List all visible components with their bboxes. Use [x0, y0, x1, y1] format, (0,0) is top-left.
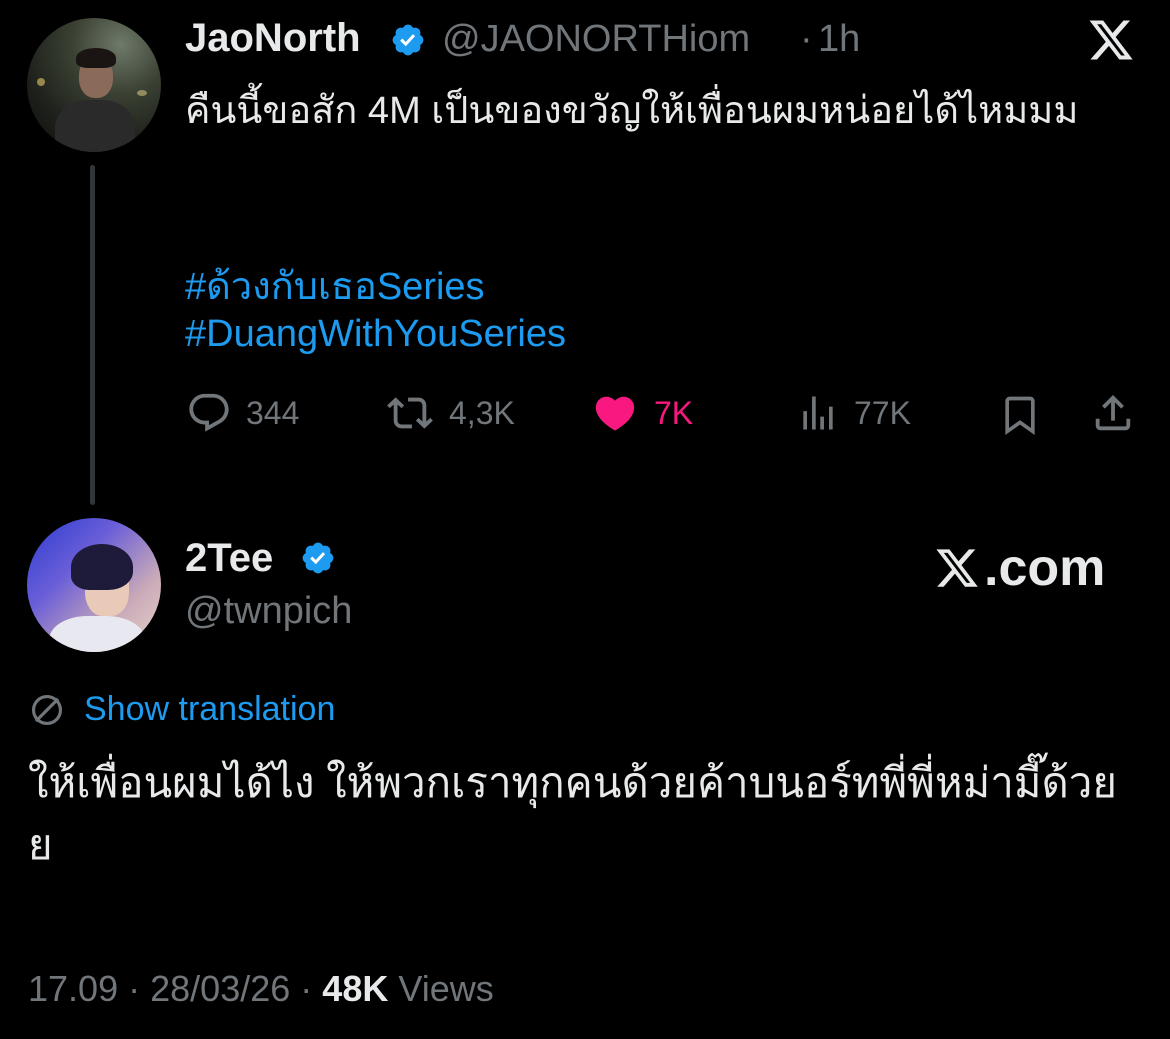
bookmark-icon [1005, 396, 1035, 436]
views-button[interactable]: 77K [796, 390, 911, 436]
tweet-views-label: Views [398, 968, 494, 1009]
hashtag-link[interactable]: #DuangWithYouSeries [185, 313, 566, 356]
tweet-time[interactable]: 17.09 [28, 968, 118, 1009]
like-count: 7K [654, 394, 694, 431]
verified-badge-icon [392, 24, 424, 56]
x-logo-icon [1089, 20, 1133, 60]
avatar-2tee[interactable] [27, 518, 161, 652]
show-translation-label: Show translation [84, 690, 336, 728]
tweet-views-count: 48K [322, 968, 389, 1009]
retweet-count: 4,3K [449, 394, 515, 431]
translate-icon [31, 694, 63, 725]
meta-separator: · [800, 18, 813, 60]
reply-icon [189, 393, 229, 432]
retweet-button[interactable]: 4,3K [385, 390, 515, 436]
views-icon [803, 396, 833, 430]
parent-timestamp[interactable]: 1h [818, 18, 860, 61]
parent-handle[interactable]: @JAONORTHiom [442, 18, 750, 61]
reply-tweet-text: ให้เพื่อนผมได้ไง ให้พวกเราทุกคนด้วยค้าบน… [28, 759, 1117, 868]
like-button[interactable]: 7K [590, 390, 693, 436]
reply-display-name[interactable]: 2Tee [185, 536, 273, 581]
watermark-text: .com [984, 539, 1106, 597]
x-logo-icon [936, 549, 978, 587]
retweet-icon [387, 397, 433, 429]
avatar-jaonorth[interactable] [27, 18, 161, 152]
share-button[interactable] [1090, 390, 1150, 436]
reply-button[interactable]: 344 [186, 390, 299, 436]
parent-display-name[interactable]: JaoNorth [185, 16, 361, 61]
verified-badge-icon [302, 542, 334, 574]
thread-connector-line [90, 165, 95, 505]
views-count: 77K [854, 394, 911, 431]
bookmark-button[interactable] [998, 392, 1056, 438]
meta-separator: · [128, 968, 141, 1009]
share-icon [1095, 394, 1131, 431]
meta-separator: · [300, 968, 313, 1009]
x-com-watermark: .com [932, 538, 1105, 598]
reply-handle[interactable]: @twnpich [185, 590, 352, 633]
heart-icon [595, 396, 635, 431]
show-translation-link[interactable]: Show translation [28, 690, 335, 729]
reply-count: 344 [246, 394, 300, 431]
tweet-meta: 17.09 · 28/03/26 · 48K Views [28, 968, 494, 1010]
tweet-date[interactable]: 28/03/26 [150, 968, 290, 1009]
parent-tweet-text: คืนนี้ขอสัก 4M เป็นของขวัญให้เพื่อนผมหน่… [185, 90, 1079, 132]
hashtag-link[interactable]: #ด้วงกับเธอSeries [185, 255, 485, 316]
